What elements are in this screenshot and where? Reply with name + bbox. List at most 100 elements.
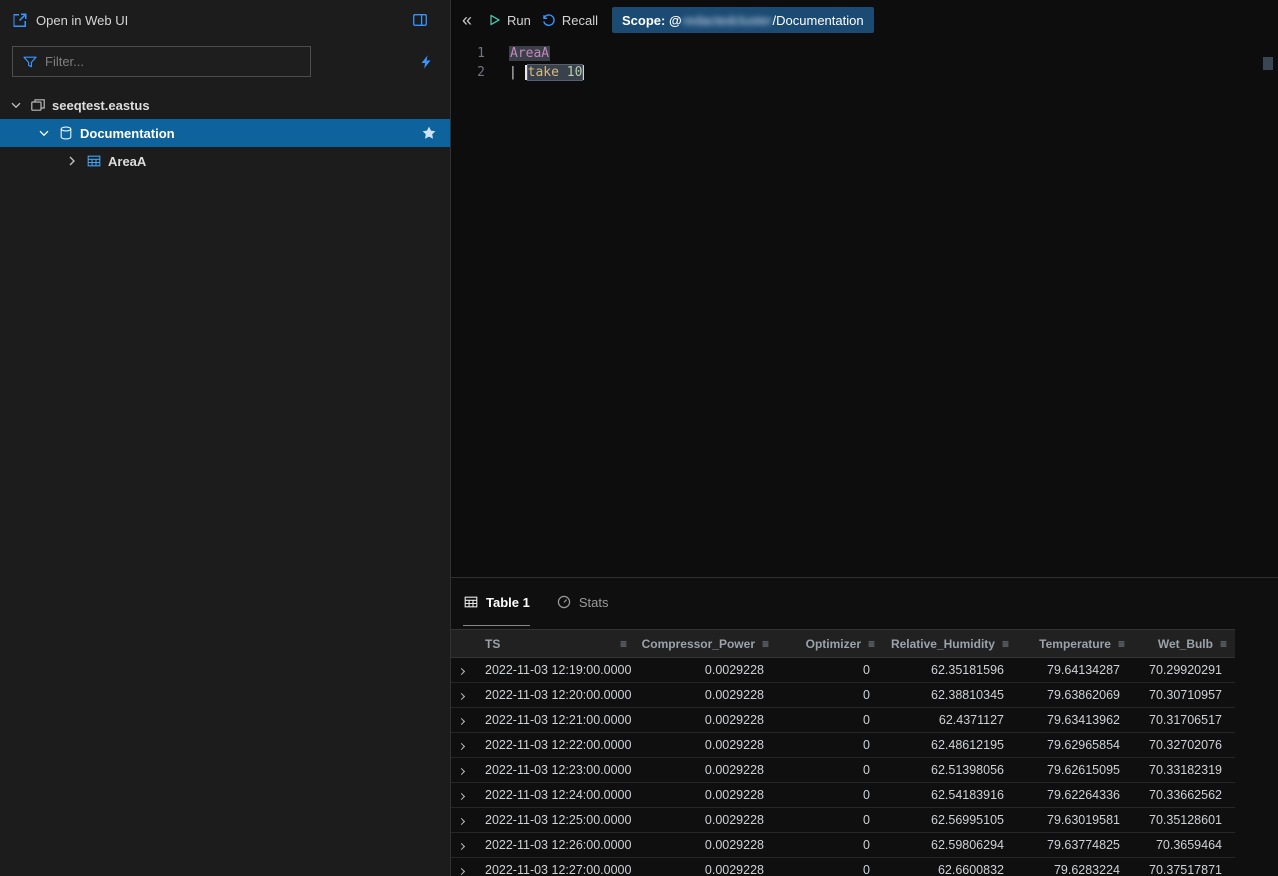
cell-value: 79.63019581 bbox=[1017, 808, 1133, 833]
sidebar-topbar: Open in Web UI bbox=[0, 0, 450, 40]
number-token: 10 bbox=[567, 65, 583, 80]
line-number: 1 bbox=[451, 44, 485, 63]
row-expand-cell[interactable] bbox=[451, 808, 475, 833]
cell-value: 0.0029228 bbox=[635, 783, 777, 808]
table-row[interactable]: 2022-11-03 12:21:00.00000.0029228062.437… bbox=[451, 708, 1235, 733]
cell-ts: 2022-11-03 12:23:00.0000 bbox=[475, 758, 635, 783]
recall-label: Recall bbox=[562, 13, 598, 28]
chevron-right-icon[interactable] bbox=[458, 843, 465, 850]
row-expand-cell[interactable] bbox=[451, 833, 475, 858]
tree-item-table[interactable]: AreaA bbox=[0, 147, 450, 175]
cell-value: 79.64134287 bbox=[1017, 658, 1133, 683]
chevron-right-icon[interactable] bbox=[458, 743, 465, 750]
open-in-web-ui-label: Open in Web UI bbox=[36, 13, 128, 28]
column-menu-icon[interactable]: ≡ bbox=[762, 638, 769, 650]
highlighted-expression: take 10 bbox=[528, 65, 583, 80]
row-expand-cell[interactable] bbox=[451, 683, 475, 708]
collapse-left-chevrons[interactable]: « bbox=[462, 11, 472, 29]
tree-item-database[interactable]: Documentation bbox=[0, 119, 450, 147]
cell-value: 70.35128601 bbox=[1133, 808, 1235, 833]
table-grid-icon bbox=[86, 153, 102, 169]
query-editor[interactable]: 1 AreaA 2 | take 10 bbox=[451, 40, 1278, 577]
column-header-ts[interactable]: TS ≡ bbox=[475, 630, 635, 658]
row-expand-cell[interactable] bbox=[451, 658, 475, 683]
row-expand-cell[interactable] bbox=[451, 758, 475, 783]
cell-value: 79.6283224 bbox=[1017, 858, 1133, 876]
column-label: Optimizer bbox=[806, 637, 861, 651]
row-expand-cell[interactable] bbox=[451, 858, 475, 876]
cell-value: 70.29920291 bbox=[1133, 658, 1235, 683]
column-menu-icon[interactable]: ≡ bbox=[1220, 638, 1227, 650]
quick-filter-bolt-icon[interactable] bbox=[418, 54, 434, 70]
chevron-right-icon[interactable] bbox=[458, 693, 465, 700]
table-row[interactable]: 2022-11-03 12:27:00.00000.0029228062.660… bbox=[451, 858, 1235, 876]
table-row[interactable]: 2022-11-03 12:20:00.00000.0029228062.388… bbox=[451, 683, 1235, 708]
tab-stats[interactable]: Stats bbox=[556, 578, 609, 626]
column-menu-icon[interactable]: ≡ bbox=[868, 638, 875, 650]
table-row[interactable]: 2022-11-03 12:23:00.00000.0029228062.513… bbox=[451, 758, 1235, 783]
chevron-down-icon[interactable] bbox=[36, 125, 52, 141]
column-label: TS bbox=[485, 637, 500, 651]
cell-value: 79.63774825 bbox=[1017, 833, 1133, 858]
chevron-right-icon[interactable] bbox=[64, 153, 80, 169]
table-row[interactable]: 2022-11-03 12:22:00.00000.0029228062.486… bbox=[451, 733, 1235, 758]
cell-ts: 2022-11-03 12:27:00.0000 bbox=[475, 858, 635, 876]
results-tabs: Table 1 Stats bbox=[451, 578, 1278, 626]
table-row[interactable]: 2022-11-03 12:25:00.00000.0029228062.569… bbox=[451, 808, 1235, 833]
tab-label: Stats bbox=[579, 595, 609, 610]
table-icon bbox=[463, 594, 479, 610]
cell-ts: 2022-11-03 12:26:00.0000 bbox=[475, 833, 635, 858]
row-expand-cell[interactable] bbox=[451, 708, 475, 733]
filter-input[interactable] bbox=[45, 54, 301, 69]
table-label: AreaA bbox=[108, 154, 146, 169]
cell-ts: 2022-11-03 12:22:00.0000 bbox=[475, 733, 635, 758]
cell-value: 79.63862069 bbox=[1017, 683, 1133, 708]
connections-tree: seeqtest.eastus Documentation bbox=[0, 91, 450, 175]
table-row[interactable]: 2022-11-03 12:26:00.00000.0029228062.598… bbox=[451, 833, 1235, 858]
query-toolbar: « Run Recall Scope: @ redactedcluster /D… bbox=[451, 0, 1278, 40]
chevron-down-icon[interactable] bbox=[8, 97, 24, 113]
editor-and-results: « Run Recall Scope: @ redactedcluster /D… bbox=[451, 0, 1278, 876]
recall-button[interactable]: Recall bbox=[541, 12, 598, 28]
chevron-right-icon[interactable] bbox=[458, 668, 465, 675]
pipe-token: | bbox=[509, 65, 525, 80]
cell-value: 62.54183916 bbox=[883, 783, 1017, 808]
column-header-wet_bulb[interactable]: Wet_Bulb≡ bbox=[1133, 630, 1235, 658]
chevron-right-icon[interactable] bbox=[458, 818, 465, 825]
tab-label: Table 1 bbox=[486, 595, 530, 610]
row-expand-cell[interactable] bbox=[451, 733, 475, 758]
table-name-token: AreaA bbox=[509, 46, 550, 61]
table-row[interactable]: 2022-11-03 12:24:00.00000.0029228062.541… bbox=[451, 783, 1235, 808]
column-header-compressor_power[interactable]: Compressor_Power ≡ bbox=[635, 630, 777, 658]
cell-value: 0 bbox=[777, 758, 883, 783]
filter-input-box[interactable] bbox=[12, 46, 311, 77]
row-expand-cell[interactable] bbox=[451, 783, 475, 808]
column-menu-icon[interactable]: ≡ bbox=[620, 638, 627, 650]
scope-badge[interactable]: Scope: @ redactedcluster /Documentation bbox=[612, 7, 874, 33]
column-label: Compressor_Power bbox=[642, 637, 755, 651]
cell-value: 79.62264336 bbox=[1017, 783, 1133, 808]
table-row[interactable]: 2022-11-03 12:19:00.00000.0029228062.351… bbox=[451, 658, 1235, 683]
open-in-web-ui-button[interactable]: Open in Web UI bbox=[12, 12, 128, 28]
favorite-star-icon[interactable] bbox=[421, 125, 437, 141]
column-header-temperature[interactable]: Temperature≡ bbox=[1017, 630, 1133, 658]
chevron-right-icon[interactable] bbox=[458, 768, 465, 775]
query-line-2: 2 | take 10 bbox=[451, 63, 1278, 82]
cell-value: 70.32702076 bbox=[1133, 733, 1235, 758]
keyword-token: take bbox=[528, 65, 567, 80]
cell-value: 0 bbox=[777, 808, 883, 833]
cell-value: 62.51398056 bbox=[883, 758, 1017, 783]
panel-layout-icon[interactable] bbox=[412, 12, 428, 28]
tab-table-1[interactable]: Table 1 bbox=[463, 578, 530, 626]
column-header-optimizer[interactable]: Optimizer ≡ bbox=[777, 630, 883, 658]
run-button[interactable]: Run bbox=[486, 12, 531, 28]
cell-value: 79.63413962 bbox=[1017, 708, 1133, 733]
chevron-right-icon[interactable] bbox=[458, 868, 465, 875]
tree-item-cluster[interactable]: seeqtest.eastus bbox=[0, 91, 450, 119]
chevron-right-icon[interactable] bbox=[458, 718, 465, 725]
cell-value: 79.62615095 bbox=[1017, 758, 1133, 783]
column-menu-icon[interactable]: ≡ bbox=[1002, 638, 1009, 650]
column-header-relative_humidity[interactable]: Relative_Humidity≡ bbox=[883, 630, 1017, 658]
column-menu-icon[interactable]: ≡ bbox=[1118, 638, 1125, 650]
chevron-right-icon[interactable] bbox=[458, 793, 465, 800]
